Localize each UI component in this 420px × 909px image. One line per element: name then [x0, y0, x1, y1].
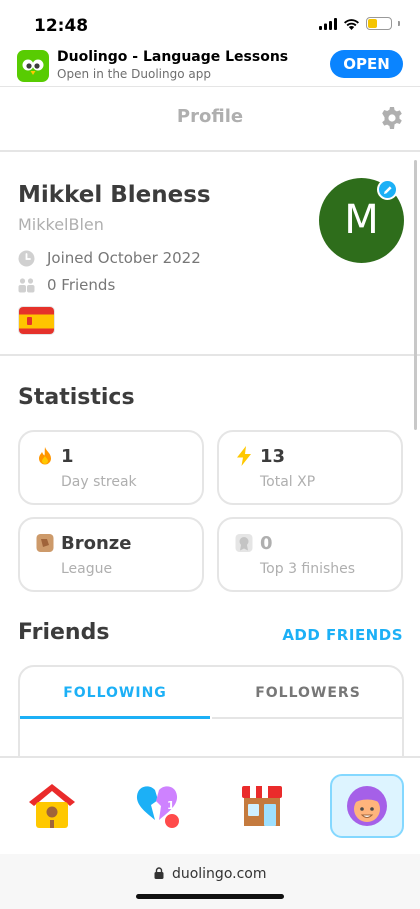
home-indicator — [136, 894, 284, 899]
league-label: League — [61, 561, 113, 577]
url-row[interactable]: duolingo.com — [0, 866, 420, 882]
streak-label: Day streak — [61, 474, 137, 490]
spain-flag-icon[interactable] — [18, 306, 55, 335]
top3-value: 0 — [260, 533, 273, 554]
stat-card-league: Bronze League — [18, 517, 204, 592]
friends-count: 0 Friends — [47, 276, 116, 294]
medal-icon — [235, 534, 253, 552]
flame-icon — [39, 447, 51, 465]
banner-title: Duolingo - Language Lessons — [57, 49, 289, 65]
banner-subtitle: Open in the Duolingo app — [57, 67, 211, 81]
battery-icon — [366, 17, 392, 30]
friends-title: Friends — [18, 620, 110, 645]
tab-followers[interactable]: FOLLOWERS — [212, 667, 404, 719]
lightning-icon — [237, 446, 251, 466]
pencil-icon[interactable] — [377, 179, 398, 200]
tab-following[interactable]: FOLLOWING — [20, 667, 210, 719]
open-app-button[interactable]: OPEN — [330, 50, 403, 78]
duolingo-app-icon — [17, 50, 49, 82]
scrollbar[interactable] — [414, 160, 417, 430]
hearts-badge: 1 — [167, 799, 175, 812]
stat-card-streak: 1 Day streak — [18, 430, 204, 505]
status-icons — [319, 17, 400, 30]
friends-icon — [18, 277, 35, 292]
lock-icon — [154, 867, 163, 879]
bottom-tab-bar: 1 — [0, 756, 420, 854]
xp-value: 13 — [260, 446, 286, 467]
nav-shop[interactable] — [225, 774, 299, 838]
status-bar: 12:48 — [0, 0, 420, 44]
profile-name: Mikkel Bleness — [18, 182, 211, 208]
wifi-icon — [344, 18, 359, 30]
nav-home[interactable] — [15, 774, 89, 838]
home-icon — [29, 784, 75, 828]
profile-icon — [347, 786, 387, 826]
profile-username: MikkelBlen — [18, 215, 104, 234]
top3-label: Top 3 finishes — [260, 561, 356, 577]
broken-heart-icon — [136, 786, 181, 830]
app-banner[interactable]: Duolingo - Language Lessons Open in the … — [0, 44, 420, 86]
stat-card-xp: 13 Total XP — [217, 430, 403, 505]
streak-value: 1 — [61, 446, 74, 467]
signal-icon — [319, 17, 337, 30]
browser-url-bar: duolingo.com — [0, 854, 420, 909]
friends-count-row: 0 Friends — [18, 276, 115, 294]
page-title: Profile — [176, 106, 244, 127]
add-friends-link[interactable]: ADD FRIENDS — [282, 626, 403, 644]
status-time: 12:48 — [34, 16, 89, 36]
xp-label: Total XP — [260, 474, 316, 490]
league-value: Bronze — [61, 533, 132, 554]
joined-row: Joined October 2022 — [18, 249, 201, 267]
nav-hearts[interactable]: 1 — [120, 774, 194, 838]
joined-text: Joined October 2022 — [47, 249, 201, 267]
nav-profile[interactable] — [330, 774, 404, 838]
gear-icon[interactable] — [380, 106, 404, 130]
profile-section: Mikkel Bleness MikkelBlen Joined October… — [0, 152, 420, 356]
shop-icon — [242, 786, 282, 826]
statistics-title: Statistics — [18, 385, 135, 410]
bronze-league-icon — [36, 534, 54, 552]
page-header: Profile — [0, 86, 420, 152]
url-text: duolingo.com — [171, 866, 267, 882]
clock-icon — [18, 250, 35, 266]
stat-card-top3: 0 Top 3 finishes — [217, 517, 403, 592]
